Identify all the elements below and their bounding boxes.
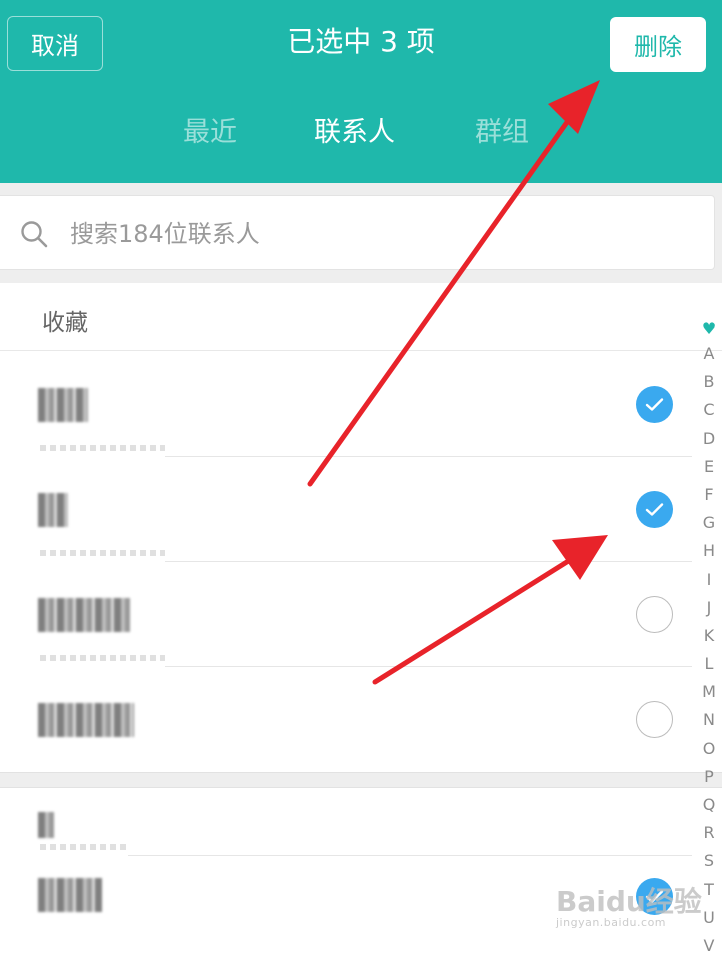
index-letter-g[interactable]: G — [696, 509, 722, 537]
checkmark-icon — [645, 890, 664, 903]
contact-picker-screen: 取消 已选中 3 项 删除 最近 联系人 群组 收藏 — [0, 0, 722, 954]
alphabet-index-bar[interactable]: ♥ A B C D E F G H I J K L M N O P Q R S … — [696, 318, 722, 954]
tab-bar: 最近 联系人 群组 — [0, 110, 722, 164]
contact-row[interactable] — [0, 788, 692, 856]
contact-subtitle — [40, 550, 165, 556]
contact-name — [38, 812, 54, 838]
section-title: 收藏 — [42, 310, 88, 336]
index-letter-u[interactable]: U — [696, 904, 722, 932]
index-letter-e[interactable]: E — [696, 453, 722, 481]
checkbox-checked[interactable] — [636, 491, 673, 528]
index-letter-r[interactable]: R — [696, 819, 722, 847]
index-letter-b[interactable]: B — [696, 368, 722, 396]
tab-recent[interactable]: 最近 — [183, 110, 237, 149]
top-bar: 取消 已选中 3 项 删除 最近 联系人 群组 — [0, 0, 722, 183]
index-letter-c[interactable]: C — [696, 396, 722, 424]
contact-subtitle — [40, 655, 165, 661]
contact-name — [38, 703, 134, 737]
index-letter-v[interactable]: V — [696, 932, 722, 954]
search-icon — [21, 221, 48, 248]
search-input[interactable] — [70, 214, 670, 254]
index-letter-q[interactable]: Q — [696, 791, 722, 819]
contact-subtitle — [40, 844, 130, 850]
delete-button[interactable]: 删除 — [610, 17, 706, 72]
contact-list: 收藏 — [0, 283, 722, 954]
contact-row[interactable] — [0, 457, 692, 562]
contact-row[interactable] — [0, 856, 692, 954]
tab-groups[interactable]: 群组 — [475, 110, 529, 149]
index-letter-n[interactable]: N — [696, 706, 722, 734]
index-letter-t[interactable]: T — [696, 876, 722, 904]
checkbox-unchecked[interactable] — [636, 596, 673, 633]
cancel-button[interactable]: 取消 — [7, 16, 103, 71]
contact-row[interactable] — [0, 352, 692, 457]
index-letter-p[interactable]: P — [696, 763, 722, 791]
index-letter-s[interactable]: S — [696, 847, 722, 875]
index-letter-d[interactable]: D — [696, 425, 722, 453]
contact-row[interactable] — [0, 562, 692, 667]
contact-name — [38, 598, 130, 632]
search-bar[interactable] — [0, 195, 715, 270]
index-letter-h[interactable]: H — [696, 537, 722, 565]
index-letter-m[interactable]: M — [696, 678, 722, 706]
contact-name — [38, 388, 88, 422]
index-letter-o[interactable]: O — [696, 735, 722, 763]
tab-contacts[interactable]: 联系人 — [314, 110, 395, 149]
checkbox-unchecked[interactable] — [636, 701, 673, 738]
index-letter-a[interactable]: A — [696, 340, 722, 368]
contact-name — [38, 493, 68, 527]
index-letter-l[interactable]: L — [696, 650, 722, 678]
checkbox-checked[interactable] — [636, 386, 673, 423]
checkmark-icon — [645, 503, 664, 516]
checkbox-checked[interactable] — [636, 878, 673, 915]
index-letter-k[interactable]: K — [696, 622, 722, 650]
section-gap — [0, 772, 722, 788]
index-letter-j[interactable]: J — [696, 594, 722, 622]
contact-subtitle — [40, 445, 165, 451]
checkmark-icon — [645, 398, 664, 411]
heart-icon[interactable]: ♥ — [696, 318, 722, 340]
contact-row[interactable] — [0, 667, 692, 772]
index-letter-f[interactable]: F — [696, 481, 722, 509]
contact-name — [38, 878, 102, 912]
section-header-favorites: 收藏 — [0, 283, 722, 351]
index-letter-i[interactable]: I — [696, 566, 722, 594]
